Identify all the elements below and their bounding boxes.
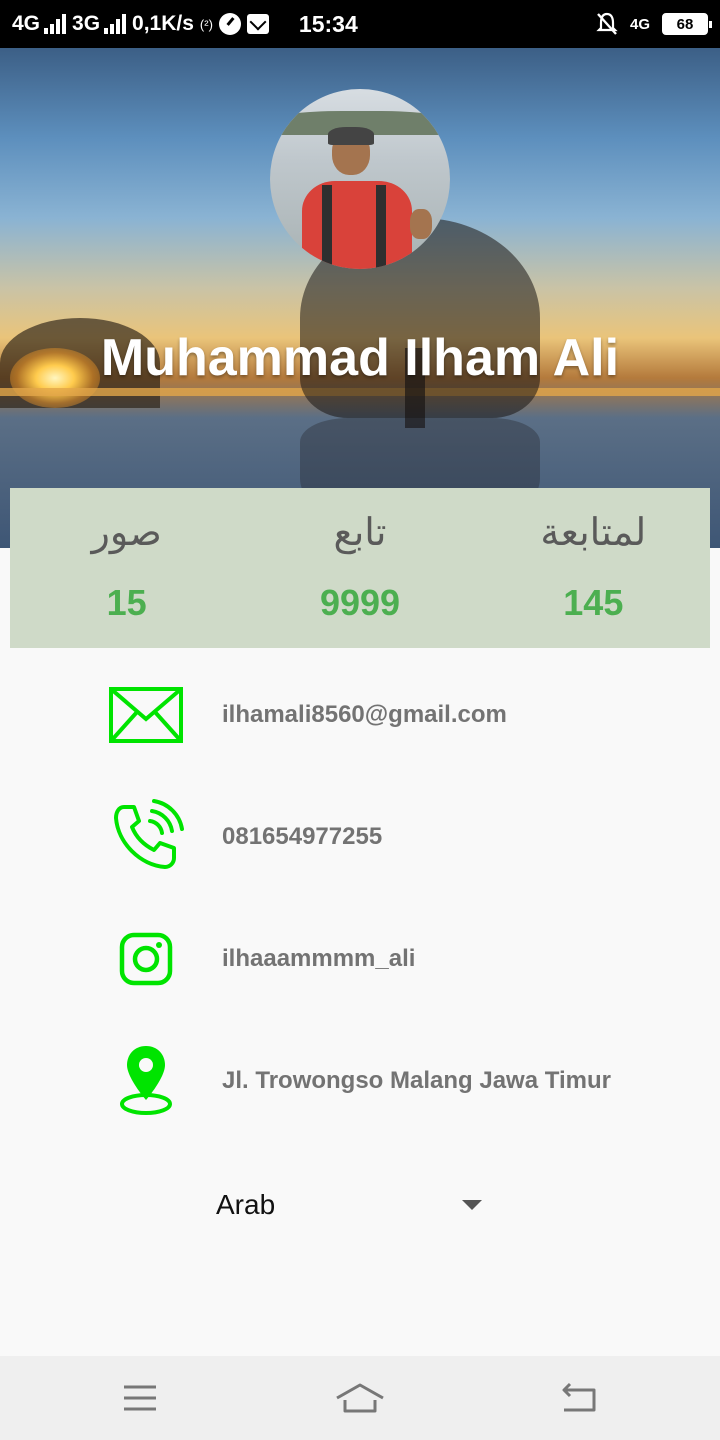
instagram-icon — [108, 909, 184, 1009]
lte-icon: 4G — [629, 15, 650, 33]
stat-following[interactable]: لمتابعة 145 — [477, 488, 710, 648]
navigation-bar — [0, 1356, 720, 1440]
battery-icon: 68 — [662, 13, 712, 35]
stat-followers-label: تابع — [333, 510, 387, 554]
language-dropdown[interactable]: Arab — [216, 1180, 486, 1230]
instagram-row[interactable]: ilhaaammmm_ali — [0, 909, 720, 1009]
status-bar: 4G 3G 0,1K/s (²) 15:34 4G 68 — [0, 0, 720, 48]
menu-icon — [124, 1385, 156, 1411]
email-text: ilhamali8560@gmail.com — [222, 701, 507, 728]
phone-text: 081654977255 — [222, 823, 383, 850]
speed-meter-icon — [218, 13, 241, 35]
back-icon — [562, 1382, 596, 1412]
stats-panel: صور 15 تابع 9999 لمتابعة 145 — [10, 488, 710, 648]
stat-following-label: لمتابعة — [540, 510, 647, 554]
stat-photos-value: 15 — [106, 582, 147, 623]
network-3g-label: 3G — [72, 12, 101, 35]
stat-photos-label: صور — [91, 510, 162, 554]
email-row[interactable]: ilhamali8560@gmail.com — [0, 665, 720, 765]
stat-followers[interactable]: تابع 9999 — [243, 488, 476, 648]
signal-icon — [44, 14, 67, 34]
muted-bell-icon — [596, 12, 618, 35]
network-3g: 3G — [72, 12, 127, 36]
mail-notification-icon — [246, 14, 269, 34]
address-row[interactable]: Jl. Trowongso Malang Jawa Timur — [0, 1031, 720, 1131]
stat-followers-value: 9999 — [319, 582, 401, 623]
phone-row[interactable]: 081654977255 — [0, 787, 720, 887]
hotspot-icon: (²) — [199, 16, 213, 32]
language-selected: Arab — [216, 1189, 276, 1220]
stat-photos[interactable]: صور 15 — [10, 488, 243, 648]
back-button[interactable] — [530, 1356, 630, 1440]
home-button[interactable] — [310, 1356, 410, 1440]
header-background: Muhammad Ilham Ali — [0, 48, 720, 548]
net-speed: 0,1K/s — [132, 12, 194, 35]
clock: 15:34 — [298, 10, 358, 37]
home-icon — [336, 1383, 384, 1413]
address-text: Jl. Trowongso Malang Jawa Timur — [222, 1067, 611, 1094]
chevron-down-icon — [462, 1200, 482, 1210]
avatar[interactable] — [270, 89, 450, 269]
mail-icon — [108, 665, 184, 765]
instagram-text: ilhaaammmm_ali — [222, 945, 416, 972]
signal-icon-2 — [104, 14, 127, 34]
profile-name: Muhammad Ilham Ali — [100, 329, 620, 387]
menu-button[interactable] — [90, 1356, 190, 1440]
phone-icon — [108, 787, 184, 887]
network-4g-label: 4G — [12, 12, 41, 35]
stat-following-value: 145 — [563, 582, 624, 623]
network-4g: 4G — [12, 12, 67, 36]
location-pin-icon — [108, 1031, 184, 1131]
battery-level: 68 — [676, 15, 694, 33]
